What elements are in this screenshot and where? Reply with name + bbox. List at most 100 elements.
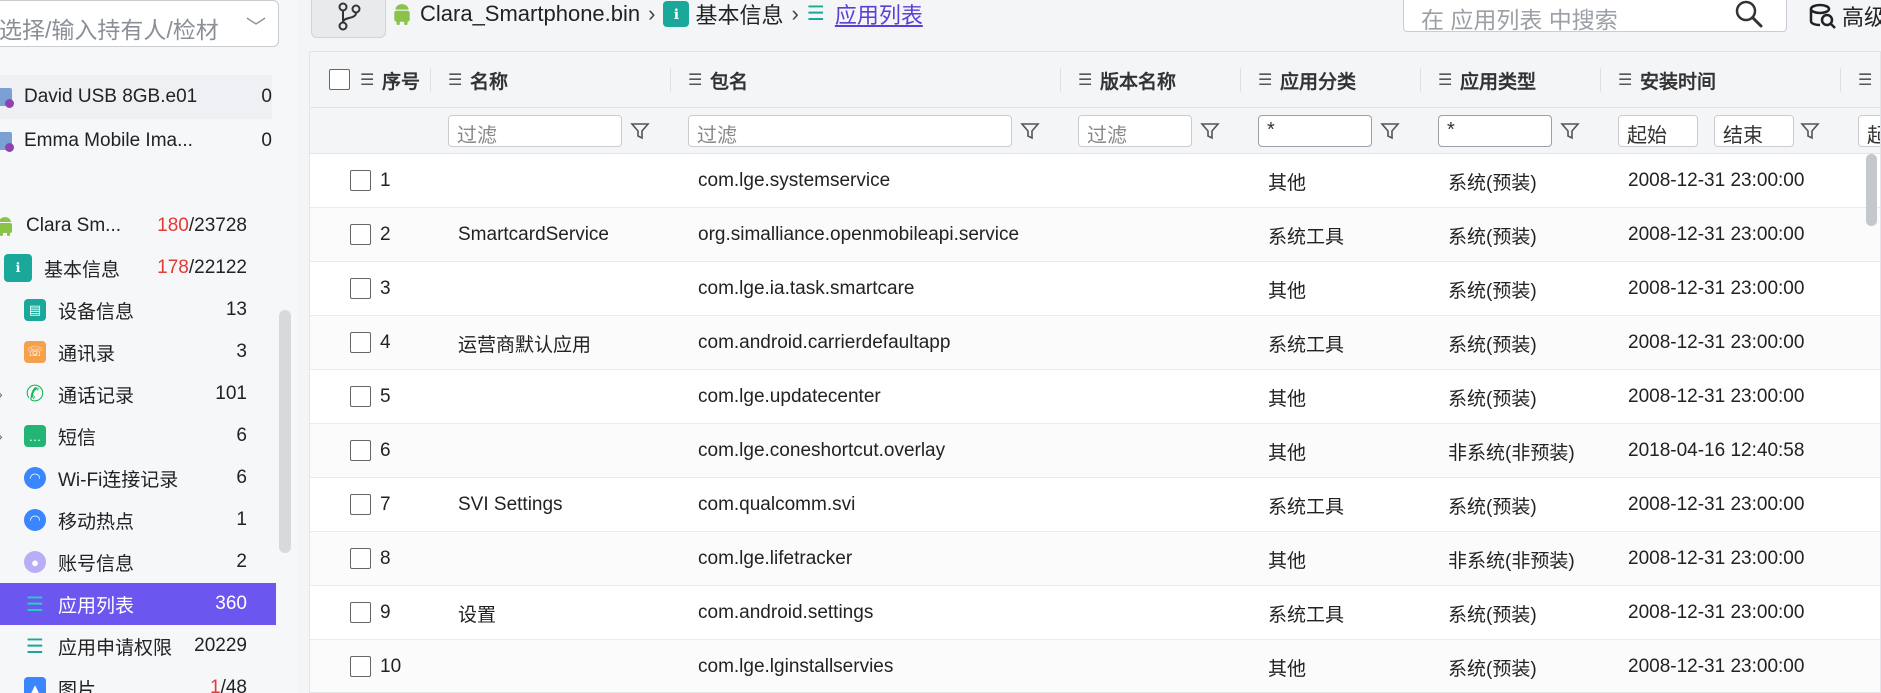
cell-install-time: 2008-12-31 23:00:00: [1628, 656, 1805, 677]
source-item-count: 0: [261, 130, 272, 151]
search-input[interactable]: 在 应用列表 中搜索: [1403, 0, 1787, 33]
filter-category-select[interactable]: *: [1258, 115, 1372, 147]
table-row[interactable]: 7 SVI Settings com.qualcomm.svi 系统工具 系统(预装) 2…: [310, 478, 1880, 532]
column-menu-icon[interactable]: ☰: [688, 70, 702, 90]
sidebar-item-label: 短信: [58, 427, 97, 449]
table-row[interactable]: 2 SmartcardService org.simalliance.openmob…: [310, 208, 1880, 262]
filter-name-input[interactable]: 过滤: [448, 115, 622, 147]
breadcrumb-current[interactable]: 应用列表: [835, 0, 923, 30]
sidebar-item-accounts[interactable]: ● 账号信息 2: [0, 541, 276, 583]
row-checkbox[interactable]: [350, 602, 371, 623]
table-row[interactable]: 3 com.lge.ia.task.smartcare 其他 系统(预装) 2008-1…: [310, 262, 1880, 316]
row-checkbox[interactable]: [350, 656, 371, 677]
branch-button[interactable]: [311, 0, 386, 38]
cell-type: 系统(预装): [1448, 172, 1537, 194]
sidebar-item-wifi[interactable]: ◠ Wi-Fi连接记录 6: [0, 457, 276, 499]
column-header-install-time[interactable]: ☰ 安装时间: [1618, 52, 1716, 108]
table-row[interactable]: 8 com.lge.lifetracker 其他 非系统(非预装) 2008-12-31…: [310, 532, 1880, 586]
sidebar-item-app-list[interactable]: ☰ 应用列表 360: [0, 583, 276, 625]
cell-name: SVI Settings: [458, 494, 563, 515]
column-header-name[interactable]: ☰ 名称: [448, 52, 508, 108]
cell-type: 非系统(非预装): [1448, 442, 1575, 464]
filter-icon[interactable]: [1560, 121, 1580, 141]
sidebar-item-count: 360: [215, 593, 247, 614]
sidebar-item-images[interactable]: ▲ 图片 1/48: [0, 667, 276, 693]
sidebar-item-hotspot[interactable]: ◠ 移动热点 1: [0, 499, 276, 541]
row-checkbox[interactable]: [350, 440, 371, 461]
cell-package: com.lge.lifetracker: [698, 548, 853, 569]
column-header-type[interactable]: ☰ 应用类型: [1438, 52, 1536, 108]
chevron-right-icon[interactable]: ›: [0, 428, 3, 444]
filter-start-date[interactable]: 起始: [1618, 115, 1698, 147]
cell-index: 8: [380, 548, 391, 569]
advanced-search-button[interactable]: 高级: [1808, 0, 1881, 32]
device-node[interactable]: Clara Sm... 180/23728: [0, 205, 276, 247]
filter-icon[interactable]: [1200, 121, 1220, 141]
source-item[interactable]: David USB 8GB.e01 0: [0, 75, 272, 119]
row-checkbox[interactable]: [350, 332, 371, 353]
table-row[interactable]: 1 com.lge.systemservice 其他 系统(预装) 2008-12-31…: [310, 154, 1880, 208]
sidebar-item-device-info[interactable]: ▤ 设备信息 13: [0, 289, 276, 331]
cell-category: 系统工具: [1268, 496, 1345, 518]
row-checkbox[interactable]: [350, 386, 371, 407]
device-node-label: Clara Sm...: [26, 215, 122, 236]
cell-category: 其他: [1268, 658, 1307, 680]
column-header-category[interactable]: ☰ 应用分类: [1258, 52, 1356, 108]
sidebar-item-call-log[interactable]: › ✆ 通话记录 101: [0, 373, 276, 415]
table-row[interactable]: 10 com.lge.lginstallservies 其他 系统(预装) 2008-1…: [310, 640, 1880, 692]
cell-category: 其他: [1268, 388, 1307, 410]
select-all-checkbox[interactable]: [329, 69, 350, 90]
column-menu-icon[interactable]: ☰: [1258, 70, 1272, 90]
filter-icon[interactable]: [1800, 121, 1820, 141]
sidebar-item-label: 通话记录: [58, 385, 135, 407]
device-info-icon: ▤: [24, 299, 46, 321]
filter-icon[interactable]: [1020, 121, 1040, 141]
row-checkbox[interactable]: [350, 494, 371, 515]
cell-index: 9: [380, 602, 391, 623]
filter-end-date[interactable]: 结束: [1714, 115, 1794, 147]
column-header-overflow[interactable]: ☰: [1858, 52, 1880, 108]
phone-icon: ✆: [25, 381, 45, 406]
sidebar-scrollbar[interactable]: [279, 310, 291, 553]
filter-type-select[interactable]: *: [1438, 115, 1552, 147]
group-node-basic-info[interactable]: ℹ 基本信息 178/22122: [0, 247, 276, 289]
holder-select[interactable]: 选择/输入持有人/检材 ﹀: [0, 0, 279, 47]
sidebar-item-app-permissions[interactable]: ☰ 应用申请权限 20229: [0, 625, 276, 667]
filter-package-input[interactable]: 过滤: [688, 115, 1012, 147]
cell-index: 5: [380, 386, 391, 407]
chevron-right-icon[interactable]: ›: [0, 386, 3, 402]
column-header-package[interactable]: ☰ 包名: [688, 52, 748, 108]
row-checkbox[interactable]: [350, 170, 371, 191]
filter-overflow-input[interactable]: 起: [1858, 115, 1880, 147]
filter-icon[interactable]: [1380, 121, 1400, 141]
column-header-index[interactable]: ☰ 序号: [360, 52, 420, 108]
column-menu-icon[interactable]: ☰: [1858, 70, 1872, 90]
row-checkbox[interactable]: [350, 224, 371, 245]
search-icon[interactable]: [1734, 0, 1764, 29]
row-checkbox[interactable]: [350, 548, 371, 569]
table-row[interactable]: 6 com.lge.coneshortcut.overlay 其他 非系统(非预装) 2…: [310, 424, 1880, 478]
chevron-down-icon[interactable]: ﹀: [246, 11, 266, 40]
filter-version-input[interactable]: 过滤: [1078, 115, 1192, 147]
cell-package: com.lge.systemservice: [698, 170, 891, 191]
app-table: ☰ 序号 ☰ 名称 ☰ 包名 ☰ 版本名称 ☰ 应用分类 ☰ 应用类型 ☰ 安装时间 ☰ 过滤…: [309, 51, 1881, 693]
row-checkbox[interactable]: [350, 278, 371, 299]
column-menu-icon[interactable]: ☰: [1438, 70, 1452, 90]
table-row[interactable]: 5 com.lge.updatecenter 其他 系统(预装) 2008-12-31 …: [310, 370, 1880, 424]
filter-icon[interactable]: [630, 121, 650, 141]
table-scrollbar[interactable]: [1866, 154, 1877, 226]
table-row[interactable]: 9 设置 com.android.settings 系统工具 系统(预装) 2008-12…: [310, 586, 1880, 640]
source-item[interactable]: Emma Mobile Ima... 0: [0, 119, 272, 163]
cell-type: 非系统(非预装): [1448, 550, 1575, 572]
column-header-version[interactable]: ☰ 版本名称: [1078, 52, 1176, 108]
breadcrumb-device[interactable]: Clara_Smartphone.bin: [420, 1, 640, 27]
column-menu-icon[interactable]: ☰: [1078, 70, 1092, 90]
sidebar-item-contacts[interactable]: ☏ 通讯录 3: [0, 331, 276, 373]
column-menu-icon[interactable]: ☰: [360, 70, 374, 90]
column-menu-icon[interactable]: ☰: [1618, 70, 1632, 90]
breadcrumb-group[interactable]: 基本信息: [695, 0, 783, 30]
column-menu-icon[interactable]: ☰: [448, 70, 462, 90]
table-row[interactable]: 4 运营商默认应用 com.android.carrierdefaultapp 系统工…: [310, 316, 1880, 370]
sidebar-item-sms[interactable]: › … 短信 6: [0, 415, 276, 457]
sidebar-item-count: 1: [236, 509, 247, 530]
